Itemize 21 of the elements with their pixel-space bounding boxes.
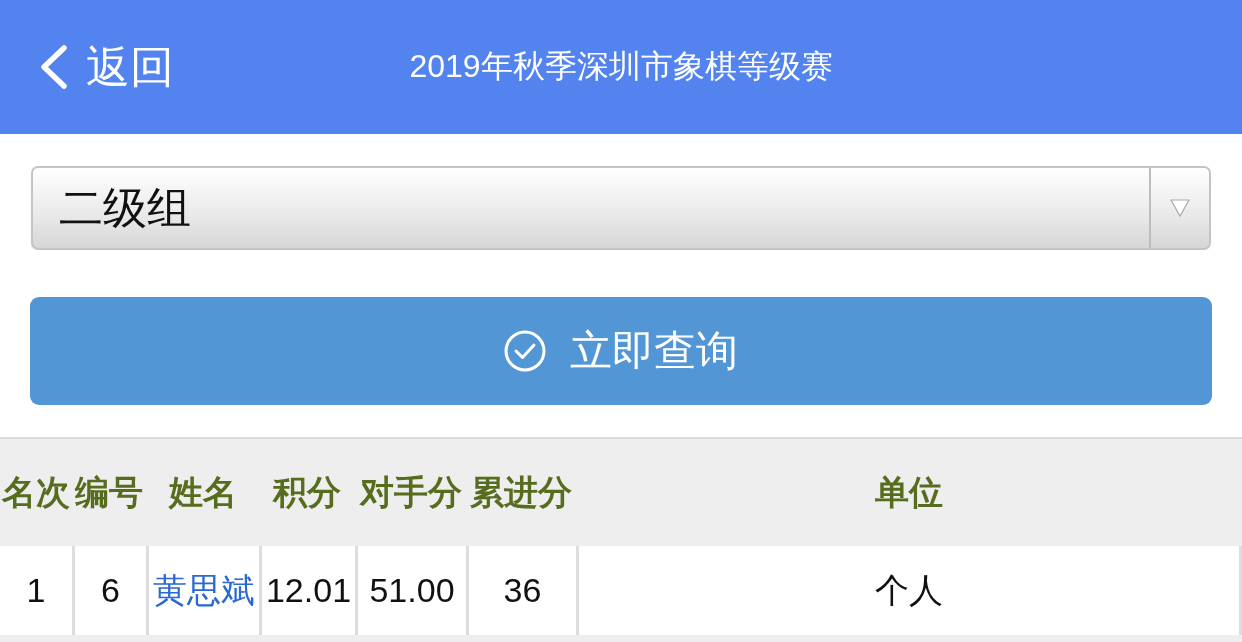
table-cell: 6 <box>101 571 120 610</box>
column-header: 名次 <box>0 471 71 513</box>
table-cell: 36 <box>503 571 542 610</box>
player-name-link[interactable]: 黄思斌 <box>153 567 255 614</box>
table-cell-text: 个人 <box>875 569 943 611</box>
table-cell: 1 <box>26 571 46 610</box>
back-button[interactable]: 返回 <box>40 37 174 97</box>
group-select[interactable]: 二级组 <box>31 166 1211 250</box>
column-header: 累进分 <box>469 471 573 513</box>
column-header: 编号 <box>74 471 144 513</box>
column-header: 单位 <box>874 471 944 513</box>
dropdown-triangle-icon <box>1170 199 1190 217</box>
table-cell: 12.01 <box>265 571 352 610</box>
column-header: 对手分 <box>358 471 463 513</box>
column-header: 积分 <box>271 471 342 513</box>
column-header: 姓名 <box>167 471 238 513</box>
page-title: 2019年秋季深圳市象棋等级赛 <box>409 47 833 86</box>
chevron-left-icon <box>40 45 68 89</box>
table-cell: 51.00 <box>369 571 455 610</box>
check-circle-icon <box>504 330 546 372</box>
query-button[interactable]: 立即查询 <box>30 297 1212 405</box>
